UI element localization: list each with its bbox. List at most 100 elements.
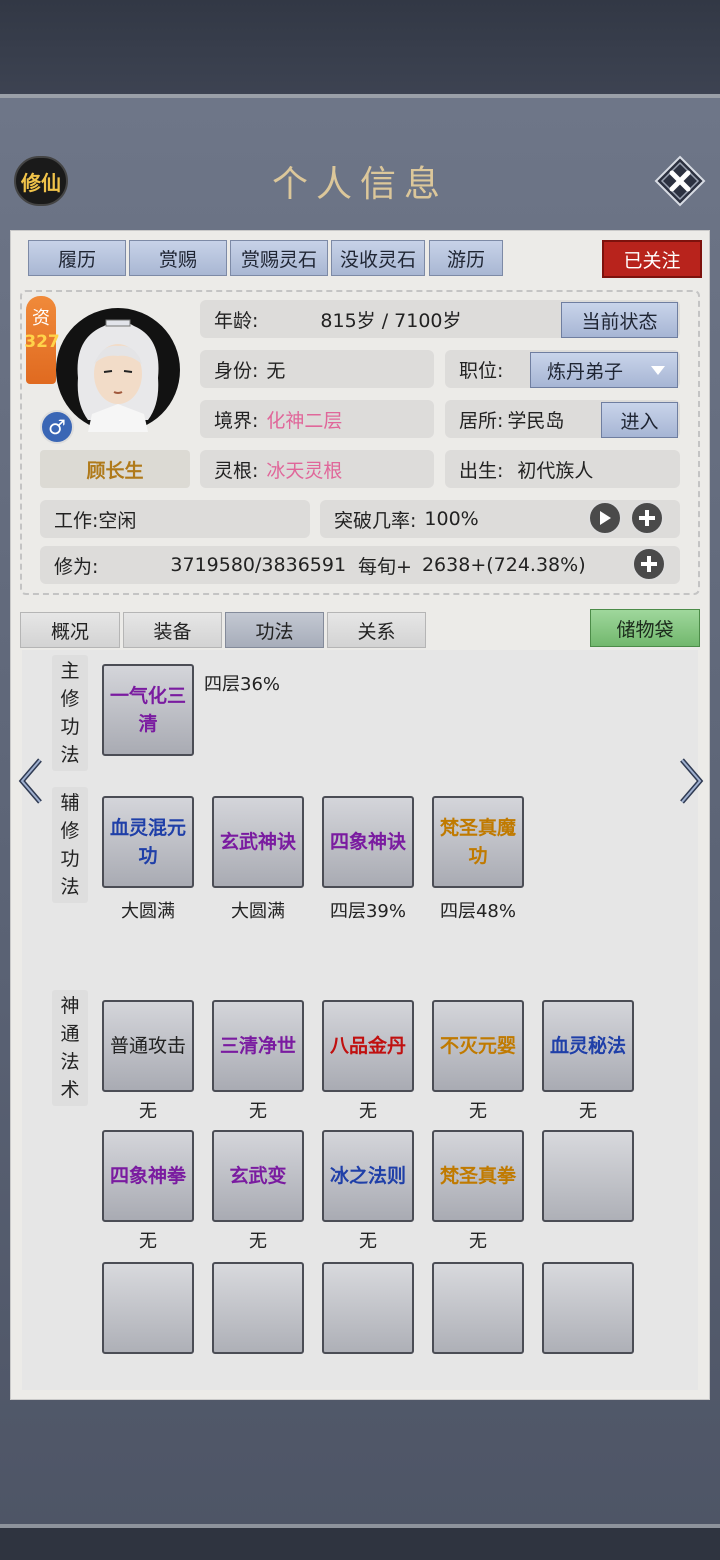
work-field: 工作: 空闲 [40,500,310,538]
work-label: 工作: [54,509,99,532]
position-label: 职位: [459,359,504,382]
chevron-left-icon [18,758,42,804]
aptitude-label: 资 [32,308,50,329]
breakthrough-value: 100% [424,508,479,530]
per-round-value: 2638+(724.38%) [421,554,586,576]
follow-button[interactable]: 已关注 [602,240,702,278]
top-bar [0,0,720,96]
magic-skill-slot[interactable]: 不灭元婴 [432,1000,524,1092]
birth-label: 出生: [459,459,504,482]
magic-skill-level: 无 [469,1231,487,1252]
avatar[interactable] [56,308,180,432]
magic-skill-slot[interactable]: 普通攻击 [102,1000,194,1092]
magic-skill-slot[interactable]: 四象神拳 [102,1130,194,1222]
magic-skill-slot[interactable]: 梵圣真拳 [432,1130,524,1222]
residence-label: 居所: [459,409,504,432]
empty-skill-slot[interactable] [322,1262,414,1354]
aux-skill-slot[interactable]: 四象神诀 [322,796,414,888]
aux-skill-slot[interactable]: 梵圣真魔功 [432,796,524,888]
magic-skill-level: 无 [359,1101,377,1122]
close-icon [654,155,706,207]
empty-skill-slot[interactable] [212,1262,304,1354]
page-title: 个人信息 [271,164,448,205]
magic-skill-level: 无 [139,1231,157,1252]
plus-icon [639,510,655,526]
close-button[interactable] [654,155,706,207]
next-arrow[interactable] [676,756,706,806]
add-cultivation-button[interactable] [632,547,666,581]
aux-skill-level: 四层39% [329,901,406,922]
label-char: 神 [60,995,80,1017]
spirit-root-value: 冰天灵根 [266,459,343,482]
label-char: 通 [60,1023,80,1045]
tab-reward[interactable]: 赏赐 [129,240,227,276]
tab-resume[interactable]: 履历 [28,240,126,276]
age-label: 年龄: [214,309,259,332]
realm-field: 境界: 化神二层 [200,400,434,438]
realm-value: 化神二层 [266,409,343,432]
magic-skill-level: 无 [249,1231,267,1252]
tab-reward-stone[interactable]: 赏赐灵石 [230,240,328,276]
play-icon [600,511,611,525]
subtab-equipment[interactable]: 装备 [123,612,222,648]
identity-label: 身份: [214,359,259,382]
empty-skill-slot[interactable] [432,1262,524,1354]
empty-skill-slot[interactable] [542,1130,634,1222]
empty-skill-slot[interactable] [542,1262,634,1354]
aux-skill-slot[interactable]: 血灵混元功 [102,796,194,888]
magic-skill-level: 无 [139,1101,157,1122]
spirit-root-label: 灵根: [214,459,259,482]
label-char: 辅 [60,792,80,814]
magic-skill-slot[interactable]: 三清净世 [212,1000,304,1092]
prev-arrow[interactable] [16,756,46,806]
bottom-bar [0,1528,720,1560]
birth-value: 初代族人 [517,459,594,482]
gender-icon: ♂ [40,410,74,444]
magic-skill-slot[interactable]: 八品金丹 [322,1000,414,1092]
enter-button[interactable]: 进入 [601,402,678,438]
label-char: 术 [60,1079,80,1101]
magic-skill-level: 无 [579,1101,597,1122]
subtab-overview[interactable]: 概况 [20,612,120,648]
aux-skill-level: 四层48% [439,901,516,922]
breakthrough-label: 突破几率: [334,509,417,532]
main-skill-level: 四层36% [204,674,281,695]
current-status-button[interactable]: 当前状态 [561,302,678,338]
aptitude-tag: 资 327 [24,296,60,384]
aux-skill-slot[interactable]: 玄武神诀 [212,796,304,888]
label-char: 修 [60,820,80,842]
per-round-label: 每旬+ [358,555,412,578]
tab-confiscate-stone[interactable]: 没收灵石 [331,240,425,276]
breakthrough-field: 突破几率: 100% [320,500,680,538]
birth-field: 出生: 初代族人 [445,450,680,488]
cultivation-value: 3719580/3836591 [170,554,347,576]
storage-bag-button[interactable]: 储物袋 [590,609,700,647]
subtab-relations[interactable]: 关系 [327,612,426,648]
age-value: 815岁 / 7100岁 [320,309,462,332]
position-value: 炼丹弟子 [547,360,624,383]
realm-label: 境界: [214,409,259,432]
label-char: 功 [60,716,80,738]
add-breakthrough-button[interactable] [630,501,664,535]
aux-skill-level: 大圆满 [121,901,175,922]
identity-value: 无 [266,359,286,382]
label-char: 法 [60,876,80,898]
magic-skill-slot[interactable]: 血灵秘法 [542,1000,634,1092]
label-char: 法 [60,744,80,766]
empty-skill-slot[interactable] [102,1262,194,1354]
position-dropdown[interactable]: 炼丹弟子 [530,352,678,388]
aux-skill-level: 大圆满 [231,901,285,922]
label-char: 功 [60,848,80,870]
cultivation-field: 修为: 3719580/3836591 每旬+ 2638+(724.38%) [40,546,680,584]
main-skill-slot[interactable]: 一气化三清 [102,664,194,756]
identity-field: 身份: 无 [200,350,434,388]
cultivation-label: 修为: [54,555,99,578]
magic-skill-slot[interactable]: 冰之法则 [322,1130,414,1222]
subtab-skills[interactable]: 功法 [225,612,324,648]
chevron-down-icon [651,366,665,375]
tab-travel[interactable]: 游历 [429,240,503,276]
magic-skill-slot[interactable]: 玄武变 [212,1130,304,1222]
label-char: 法 [60,1051,80,1073]
work-value: 空闲 [98,509,137,532]
play-button[interactable] [588,501,622,535]
